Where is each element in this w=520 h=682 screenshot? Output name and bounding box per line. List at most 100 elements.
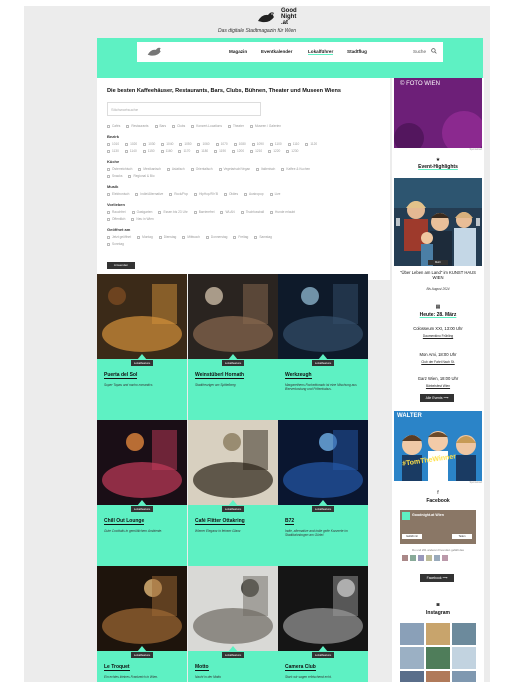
checkbox-icon[interactable] [128,174,132,178]
checkbox-icon[interactable] [182,235,186,239]
checkbox-icon[interactable] [214,149,218,153]
checkbox-icon[interactable] [138,167,142,171]
checkbox-icon[interactable] [196,149,200,153]
checkbox-icon[interactable] [131,210,135,214]
venue-name[interactable]: Puerta del Sol [104,372,138,379]
facebook-button[interactable]: Facebook ⟶ [420,574,454,582]
venue-card[interactable]: Lokalfeature Camera Club Start: wir sagen … [278,566,368,682]
nav-magazin[interactable]: Magazin [229,49,247,54]
filter-checkbox[interactable]: Italienisch [256,167,275,171]
filter-checkbox[interactable]: Mittwoch [182,235,200,239]
filter-checkbox[interactable]: 1220 [268,149,280,153]
filter-checkbox[interactable]: 1230 [286,149,298,153]
filter-checkbox[interactable]: HipHop/R'n'B [194,192,218,196]
checkbox-icon[interactable] [142,149,146,153]
checkbox-icon[interactable] [107,242,110,246]
checkbox-icon[interactable] [169,192,173,196]
checkbox-icon[interactable] [190,167,194,171]
filter-checkbox[interactable]: 1200 [232,149,244,153]
filter-checkbox[interactable]: WLAN [220,210,235,214]
filter-checkbox[interactable]: 1080 [233,142,246,146]
today-event-1-link[interactable]: Daumenkino Frühling [392,334,484,338]
checkbox-icon[interactable] [107,235,110,239]
venue-photo[interactable] [278,566,368,651]
checkbox-icon[interactable] [281,167,285,171]
venue-card[interactable]: Lokalfeature Werkzeugh Margarethens Rockel… [278,274,368,420]
event-caption[interactable]: "Über Leben am Land" im KUNST HAUS WIEN [392,270,484,280]
event-slideshow[interactable]: Mehr [394,178,482,266]
checkbox-icon[interactable] [135,192,139,196]
search-icon[interactable] [431,48,437,54]
filter-checkbox[interactable]: 1170 [178,149,190,153]
checkbox-icon[interactable] [227,124,231,128]
filter-checkbox[interactable]: Restaurants [126,124,149,128]
venue-card[interactable]: Lokalfeature Motto Nacht in der Motto [188,566,278,682]
filter-checkbox[interactable]: Montag [137,235,153,239]
fb-share-button[interactable]: Teilen [452,534,472,539]
insta-photo[interactable] [452,671,476,682]
filter-checkbox[interactable]: Hunde erlaubt [270,210,295,214]
filter-checkbox[interactable]: 1070 [215,142,228,146]
venue-name[interactable]: Camera Club [285,664,316,671]
site-logo[interactable]: Good Night .at [256,8,301,26]
filter-checkbox[interactable]: Austropop [244,192,264,196]
filter-checkbox[interactable]: 1060 [197,142,210,146]
slide-next-arrow[interactable] [476,218,480,226]
filter-checkbox[interactable]: Kaffee & Kuchen [281,167,310,171]
checkbox-icon[interactable] [107,192,110,196]
filter-checkbox[interactable]: Indie/Alternative [135,192,163,196]
venue-photo[interactable] [188,274,278,359]
venue-photo[interactable] [188,566,278,651]
filter-checkbox[interactable]: 1120 [305,142,317,146]
filter-checkbox[interactable]: 1040 [161,142,173,146]
venue-name[interactable]: Motto [195,664,209,671]
checkbox-icon[interactable] [305,142,309,146]
venue-photo[interactable] [97,274,187,359]
venue-card[interactable]: Lokalfeature Café Flitter Ottakring Wiener… [188,420,278,566]
checkbox-icon[interactable] [107,142,110,146]
filter-checkbox[interactable]: Mexikanisch [138,167,161,171]
insta-photo[interactable] [452,623,476,645]
filter-checkbox[interactable]: Freitag [233,235,248,239]
filter-checkbox[interactable]: 1180 [196,149,208,153]
checkbox-icon[interactable] [205,235,209,239]
checkbox-icon[interactable] [172,124,176,128]
filter-checkbox[interactable]: Vegetarisch/Vegan [218,167,250,171]
checkbox-icon[interactable] [268,149,272,153]
filter-checkbox[interactable]: 1010 [107,142,119,146]
filter-checkbox[interactable]: Gastgarten [131,210,152,214]
filter-checkbox[interactable]: 1130 [107,149,119,153]
filter-checkbox[interactable]: Snacks [107,174,122,178]
filter-checkbox[interactable]: 1210 [250,149,262,153]
filter-checkbox[interactable]: Öffentlich [107,217,125,221]
filter-checkbox[interactable]: Österreichisch [107,167,132,171]
checkbox-icon[interactable] [160,149,164,153]
venue-photo[interactable] [188,420,278,505]
checkbox-icon[interactable] [193,210,197,214]
filter-checkbox[interactable]: 1020 [125,142,137,146]
filter-checkbox[interactable]: Elektronisch [107,192,129,196]
filter-checkbox[interactable]: 1050 [179,142,191,146]
checkbox-icon[interactable] [154,124,158,128]
filter-checkbox[interactable]: 1090 [251,142,264,146]
filter-checkbox[interactable]: Regional & Bio [128,174,155,178]
checkbox-icon[interactable] [244,192,248,196]
fb-like-button[interactable]: Gefällt mir [402,534,422,539]
facebook-widget[interactable]: Goodnight.at Wien Gefällt mir Teilen [400,510,476,544]
filter-checkbox[interactable]: Neu in Wien [131,217,154,221]
sidebar-ad-foto-wien[interactable]: © FOTO WIEN [394,78,482,148]
checkbox-icon[interactable] [269,142,273,146]
venue-name[interactable]: Chill Out Lounge [104,518,145,525]
checkbox-icon[interactable] [269,192,273,196]
venue-photo[interactable] [278,420,368,505]
insta-photo[interactable] [426,647,450,669]
checkbox-icon[interactable] [286,149,290,153]
keyword-search-input[interactable]: Stichwortsuche [107,102,261,116]
checkbox-icon[interactable] [215,142,219,146]
checkbox-icon[interactable] [131,217,135,221]
checkbox-icon[interactable] [256,167,260,171]
nav-lokalfuehrer[interactable]: Lokalführer [308,49,334,55]
pigeon-nav-icon[interactable] [146,45,164,58]
checkbox-icon[interactable] [158,235,162,239]
filter-checkbox[interactable]: 1150 [142,149,155,153]
